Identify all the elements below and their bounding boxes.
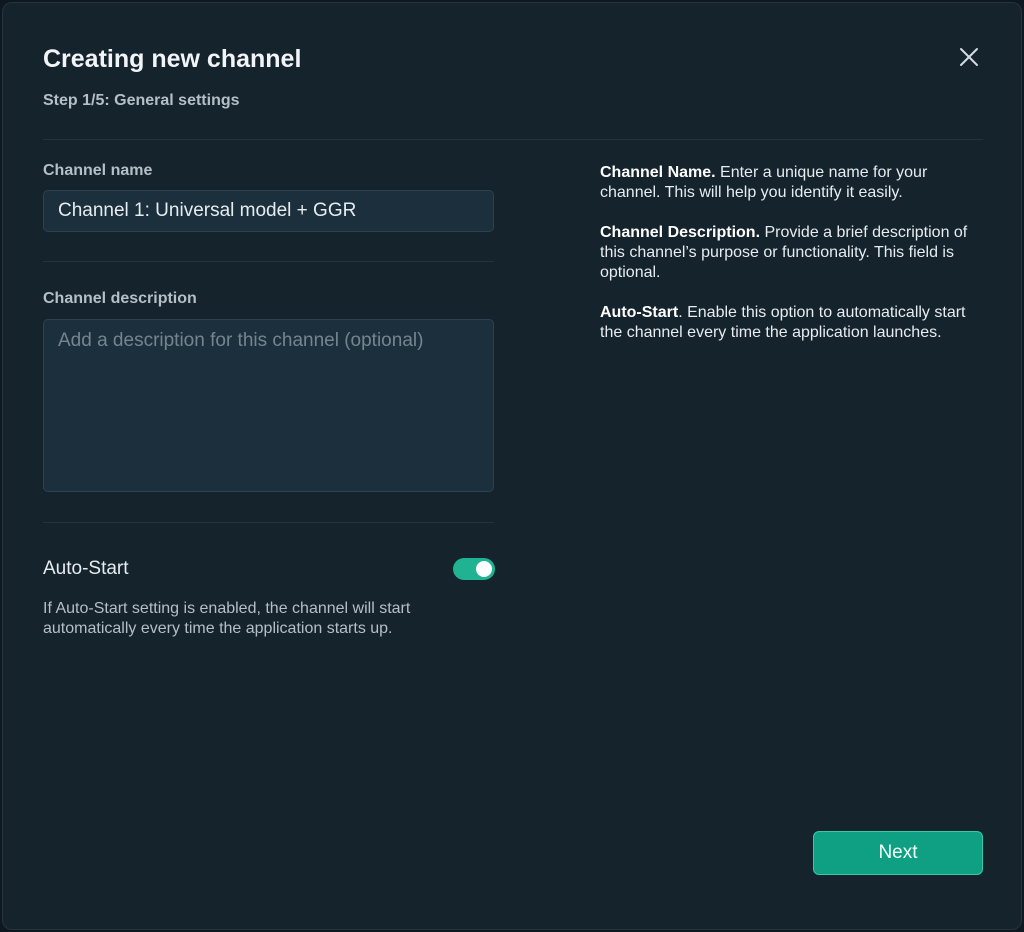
help-channel-description-title: Channel Description. — [600, 224, 761, 241]
channel-name-input[interactable] — [43, 190, 494, 232]
channel-description-input[interactable] — [43, 319, 494, 492]
toggle-knob — [476, 561, 492, 577]
help-autostart-title: Auto-Start — [600, 304, 679, 321]
next-button[interactable]: Next — [813, 831, 983, 875]
autostart-label: Auto-Start — [43, 558, 129, 579]
dialog-title: Creating new channel — [43, 45, 302, 73]
step-indicator: Step 1/5: General settings — [43, 92, 240, 109]
section-divider — [43, 261, 494, 262]
help-autostart: Auto-Start. Enable this option to automa… — [600, 303, 985, 343]
close-icon — [960, 48, 978, 66]
autostart-description: If Auto-Start setting is enabled, the ch… — [43, 600, 411, 637]
help-channel-description: Channel Description. Provide a brief des… — [600, 223, 985, 283]
create-channel-dialog: Creating new channel Step 1/5: General s… — [2, 2, 1022, 930]
close-button[interactable] — [953, 41, 985, 73]
channel-description-label: Channel description — [43, 290, 197, 307]
header-divider — [43, 139, 983, 140]
autostart-toggle[interactable] — [453, 558, 495, 580]
help-panel: Channel Name. Enter a unique name for yo… — [600, 163, 985, 363]
section-divider — [43, 522, 494, 523]
channel-name-label: Channel name — [43, 162, 153, 179]
help-channel-name: Channel Name. Enter a unique name for yo… — [600, 163, 985, 203]
help-channel-name-title: Channel Name. — [600, 164, 716, 181]
